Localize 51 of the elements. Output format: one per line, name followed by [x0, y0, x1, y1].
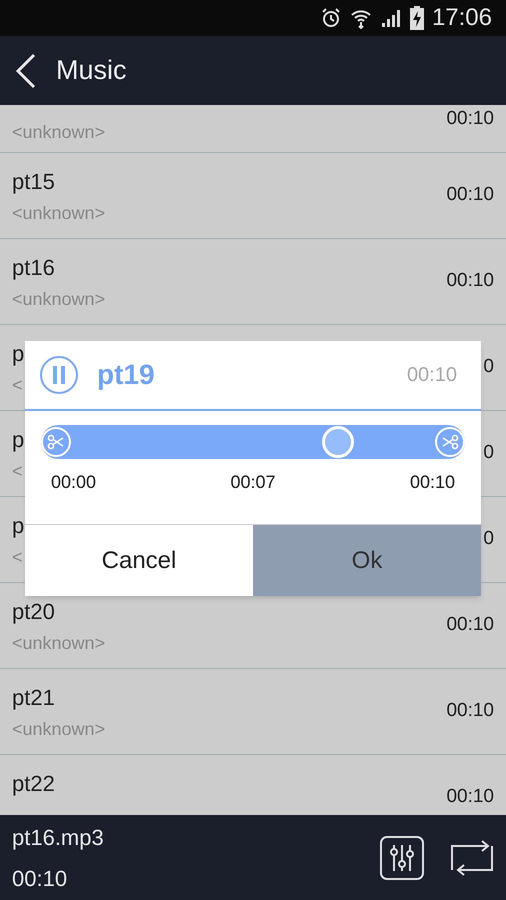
track-name: pt21	[12, 685, 56, 711]
alarm-icon	[320, 7, 342, 29]
scissors-icon[interactable]	[435, 427, 465, 457]
back-icon[interactable]	[14, 52, 38, 88]
track-name: pt22	[12, 771, 55, 797]
track-duration: 0	[483, 441, 494, 466]
track-duration: 0	[483, 527, 494, 552]
track-row[interactable]: pt16 <unknown> 00:10	[0, 239, 506, 325]
clock: 17:06	[432, 3, 492, 33]
dialog-button[interactable]: Ok	[253, 525, 481, 596]
track-artist: <	[12, 375, 24, 395]
track-row[interactable]: <unknown> 00:10	[0, 105, 506, 153]
track-duration: 0	[483, 355, 494, 380]
dialog-title: pt19	[97, 358, 155, 392]
screen-title: Music	[56, 54, 127, 88]
track-artist: <unknown>	[12, 289, 106, 309]
time-mark: 00:07	[230, 471, 276, 494]
signal-icon	[380, 7, 402, 29]
track-name: pt15	[12, 169, 56, 195]
track-artist: <unknown>	[12, 633, 106, 653]
track-name: p	[12, 341, 24, 367]
now-playing-time: 00:10	[12, 864, 68, 892]
track-row[interactable]: pt15 <unknown> 00:10	[0, 153, 506, 239]
track-duration: 00:10	[446, 613, 494, 638]
battery-icon	[410, 6, 424, 30]
track-artist: <unknown>	[12, 122, 106, 142]
track-name: pt20	[12, 599, 56, 625]
track-row[interactable]: pt21 <unknown> 00:10	[0, 669, 506, 755]
scissors-icon[interactable]	[41, 427, 71, 457]
now-playing-file: pt16.mp3	[12, 824, 104, 852]
trim-slider[interactable]	[41, 425, 465, 459]
track-name: p	[12, 427, 24, 453]
track-duration: 00:10	[446, 785, 494, 810]
dialog-duration: 00:10	[406, 363, 457, 388]
track-artist: <unknown>	[12, 719, 106, 739]
pause-icon[interactable]	[39, 355, 79, 395]
track-artist: <	[12, 461, 24, 481]
time-mark: 00:10	[410, 471, 455, 494]
track-name: p	[12, 513, 24, 539]
slider-thumb[interactable]	[322, 426, 354, 458]
track-artist: <unknown>	[12, 203, 106, 223]
dialog-button[interactable]: Cancel	[25, 525, 253, 596]
time-mark: 00:00	[51, 471, 96, 494]
track-duration: 00:10	[446, 699, 494, 724]
track-duration: 00:10	[446, 183, 494, 208]
track-duration: 00:10	[446, 107, 494, 131]
track-name: pt16	[12, 255, 56, 281]
repeat-icon[interactable]	[450, 840, 494, 876]
equalizer-icon[interactable]	[380, 836, 424, 880]
track-duration: 00:10	[446, 269, 494, 294]
track-artist: <	[12, 547, 24, 567]
